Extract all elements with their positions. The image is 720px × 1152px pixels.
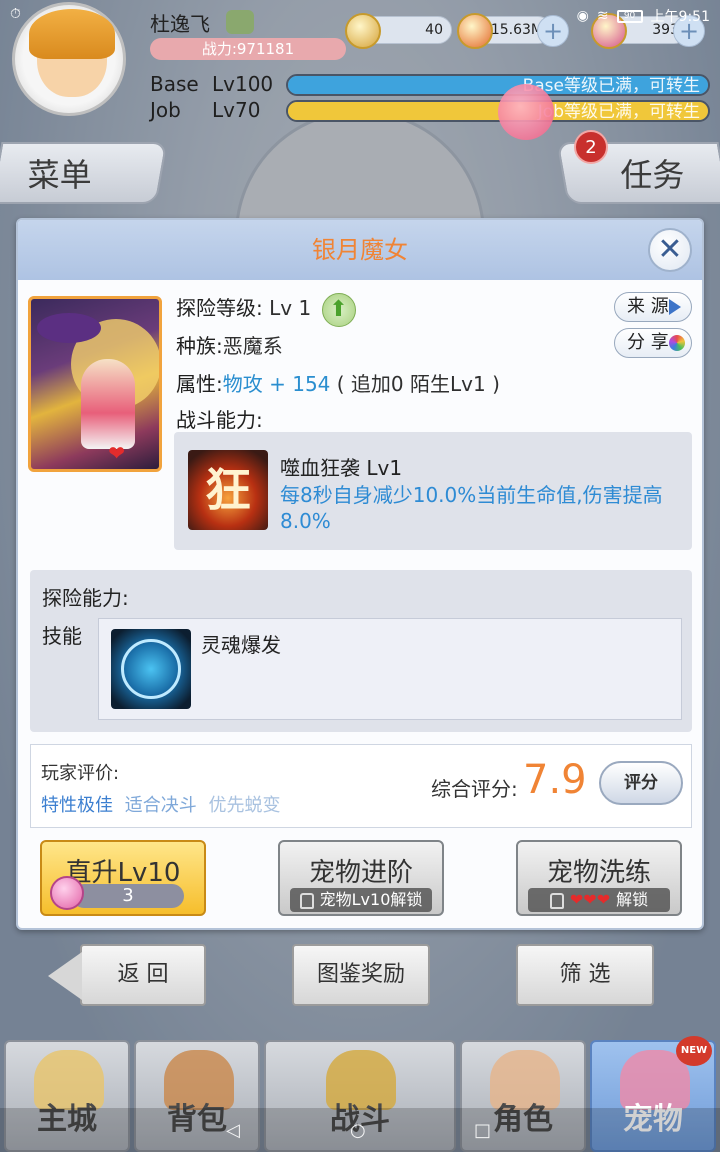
pet-advance-button[interactable]: 宠物进阶 宠物Lv10解锁 xyxy=(278,840,444,916)
favorite-heart-icon[interactable]: ❤ xyxy=(108,441,125,465)
advance-lock-note: 宠物Lv10解锁 xyxy=(290,888,432,912)
rating-tag: 适合决斗 xyxy=(124,795,197,816)
back-arrow-icon xyxy=(48,952,82,1000)
back-triangle-icon[interactable]: ◁ xyxy=(226,1120,240,1141)
lock-icon xyxy=(549,892,564,909)
battle-skill-box: 狂 噬血狂袭 Lv1 每8秒自身减少10.0%当前生命值,伤害提高8.0% xyxy=(174,432,692,550)
explore-ability-box: 探险能力: 技能 灵魂爆发 xyxy=(30,570,692,732)
pet-refine-button[interactable]: 宠物洗练 ❤❤❤ 解锁 xyxy=(516,840,682,916)
job-label: Job xyxy=(150,98,181,122)
rating-title: 玩家评价: xyxy=(41,763,120,784)
lock-icon xyxy=(299,892,314,909)
gem-icon xyxy=(50,876,84,910)
poring-mascot-icon[interactable] xyxy=(498,84,554,140)
back-button[interactable]: 返 回 xyxy=(48,944,206,1006)
base-level: Lv100 xyxy=(212,72,274,96)
rating-tag: 优先蜕变 xyxy=(208,795,281,816)
menu-tab[interactable]: 菜单 xyxy=(0,142,168,204)
card-witch-hat xyxy=(37,313,101,343)
explore-skill-label: 技能 xyxy=(42,624,82,648)
battle-ability-label: 战斗能力: xyxy=(176,408,263,432)
alarm-icon: ⏱ xyxy=(10,6,21,22)
filter-button[interactable]: 筛 选 xyxy=(516,944,654,1006)
base-label: Base xyxy=(150,72,199,96)
new-badge: NEW xyxy=(676,1036,712,1066)
explore-title: 探险能力: xyxy=(42,586,129,610)
refine-lock-note: ❤❤❤ 解锁 xyxy=(528,888,670,912)
race-row: 种族:恶魔系 xyxy=(176,334,283,358)
explore-skill-panel: 灵魂爆发 xyxy=(98,618,682,720)
job-level: Lv70 xyxy=(212,98,261,122)
share-colorwheel-icon xyxy=(669,335,685,351)
base-exp-status: Base等级已满，可转生 xyxy=(522,76,700,96)
battle-skill-name: 噬血狂袭 Lv1 xyxy=(280,456,403,480)
battery-icon: 90 xyxy=(616,9,643,23)
source-button[interactable]: 来 源 xyxy=(614,292,692,322)
overall-score-label: 综合评分: xyxy=(431,777,518,801)
pet-card-image[interactable]: ❤ xyxy=(28,296,162,472)
card-witch-figure xyxy=(81,359,135,449)
close-icon[interactable]: ✕ xyxy=(648,228,692,272)
dialog-title: 银月魔女 xyxy=(18,220,702,280)
status-time: 上午9:51 xyxy=(650,9,710,25)
levelup-cost: 3 xyxy=(72,884,184,908)
rating-tag: 特性极佳 xyxy=(41,795,113,816)
wifi-icon: ≋ xyxy=(596,8,609,24)
recents-square-icon[interactable]: □ xyxy=(474,1120,491,1141)
eye-icon: ◉ xyxy=(576,8,589,24)
rating-tags: 特性极佳 适合决斗 优先蜕变 xyxy=(41,791,286,817)
soul-burst-bell-icon[interactable] xyxy=(111,629,191,709)
android-navigation-bar: ◁ ○ □ xyxy=(0,1108,720,1152)
home-circle-icon[interactable]: ○ xyxy=(350,1120,366,1141)
rate-button[interactable]: 评分 xyxy=(599,761,683,805)
heart-icons: ❤❤❤ xyxy=(569,890,611,909)
share-button[interactable]: 分 享 xyxy=(614,328,692,358)
player-rating-box: 玩家评价: 特性极佳 适合决斗 优先蜕变 综合评分: 7.9 评分 xyxy=(30,744,692,828)
overall-score-value: 7.9 xyxy=(523,757,587,803)
job-exp-status: Job等级已满，可转生 xyxy=(537,102,700,122)
system-status-bar: ⏱ ◉ ≋ 90 上午9:51 xyxy=(0,0,720,30)
direct-levelup-button[interactable]: 直升Lv10 3 xyxy=(40,840,206,916)
task-count-badge: 2 xyxy=(574,130,608,164)
attribute-row: 属性:物攻 + 154 ( 追加0 陌生Lv1 ) xyxy=(176,372,500,396)
pet-detail-dialog: 银月魔女 ✕ ❤ 探险等级: Lv 1 ⬆ 来 源 分 享 种族:恶魔系 属性:… xyxy=(16,218,704,930)
explore-skill-name: 灵魂爆发 xyxy=(201,633,281,657)
battle-skill-desc: 每8秒自身减少10.0%当前生命值,伤害提高8.0% xyxy=(280,483,663,533)
adventure-level-row: 探险等级: Lv 1 ⬆ xyxy=(176,292,356,327)
berserk-skill-icon[interactable]: 狂 xyxy=(188,450,268,530)
level-up-arrow-icon[interactable]: ⬆ xyxy=(321,292,356,327)
handbook-reward-button[interactable]: 图鉴奖励 xyxy=(292,944,430,1006)
play-triangle-icon xyxy=(669,299,685,315)
base-exp-bar: Base等级已满，可转生 xyxy=(286,74,710,96)
combat-power: 战力:971181 xyxy=(150,38,346,60)
